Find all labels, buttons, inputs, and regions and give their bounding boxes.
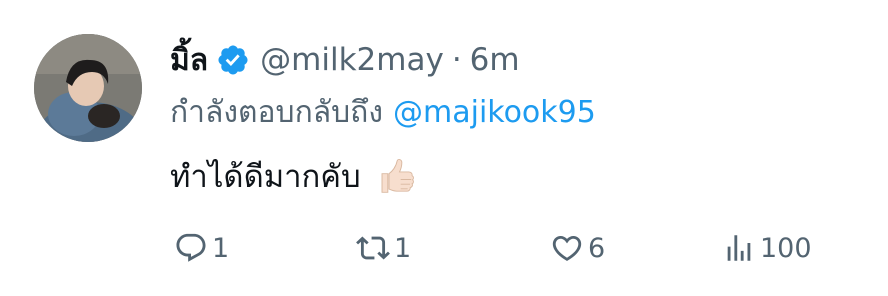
author-handle[interactable]: @milk2may [260,42,444,78]
replying-to-label: กำลังตอบกลับถึง [170,94,383,130]
retweet-icon [356,231,390,265]
replying-to: กำลังตอบกลับถึง @majikook95 [170,90,596,134]
separator-dot: · [451,42,462,78]
heart-icon [550,231,584,265]
views-icon [722,231,756,265]
avatar[interactable] [34,34,142,142]
like-count: 6 [588,232,606,264]
retweet-button[interactable]: 1 [356,226,411,270]
retweet-count: 1 [394,232,412,264]
author-name[interactable]: มิ้ล [170,37,208,84]
reply-icon [174,231,208,265]
verified-badge-icon [216,43,250,77]
reply-mention-link[interactable]: @majikook95 [393,95,596,130]
tweet-actions: 1 1 6 100 [0,226,888,270]
reply-count: 1 [212,232,230,264]
tweet-text: ทำได้ดีมากคับ [170,152,417,200]
tweet-timestamp[interactable]: 6m [470,42,520,78]
view-count: 100 [760,232,812,264]
tweet-header: มิ้ล @milk2may · 6m [170,38,520,82]
tweet-body: ทำได้ดีมากคับ [170,159,361,195]
tweet-card[interactable]: มิ้ล @milk2may · 6m กำลังตอบกลับถึง @maj… [0,0,888,296]
avatar-image [34,34,142,142]
reply-button[interactable]: 1 [174,226,229,270]
like-button[interactable]: 6 [550,226,605,270]
views-button[interactable]: 100 [722,226,812,270]
thumbs-up-emoji-icon [375,155,417,197]
